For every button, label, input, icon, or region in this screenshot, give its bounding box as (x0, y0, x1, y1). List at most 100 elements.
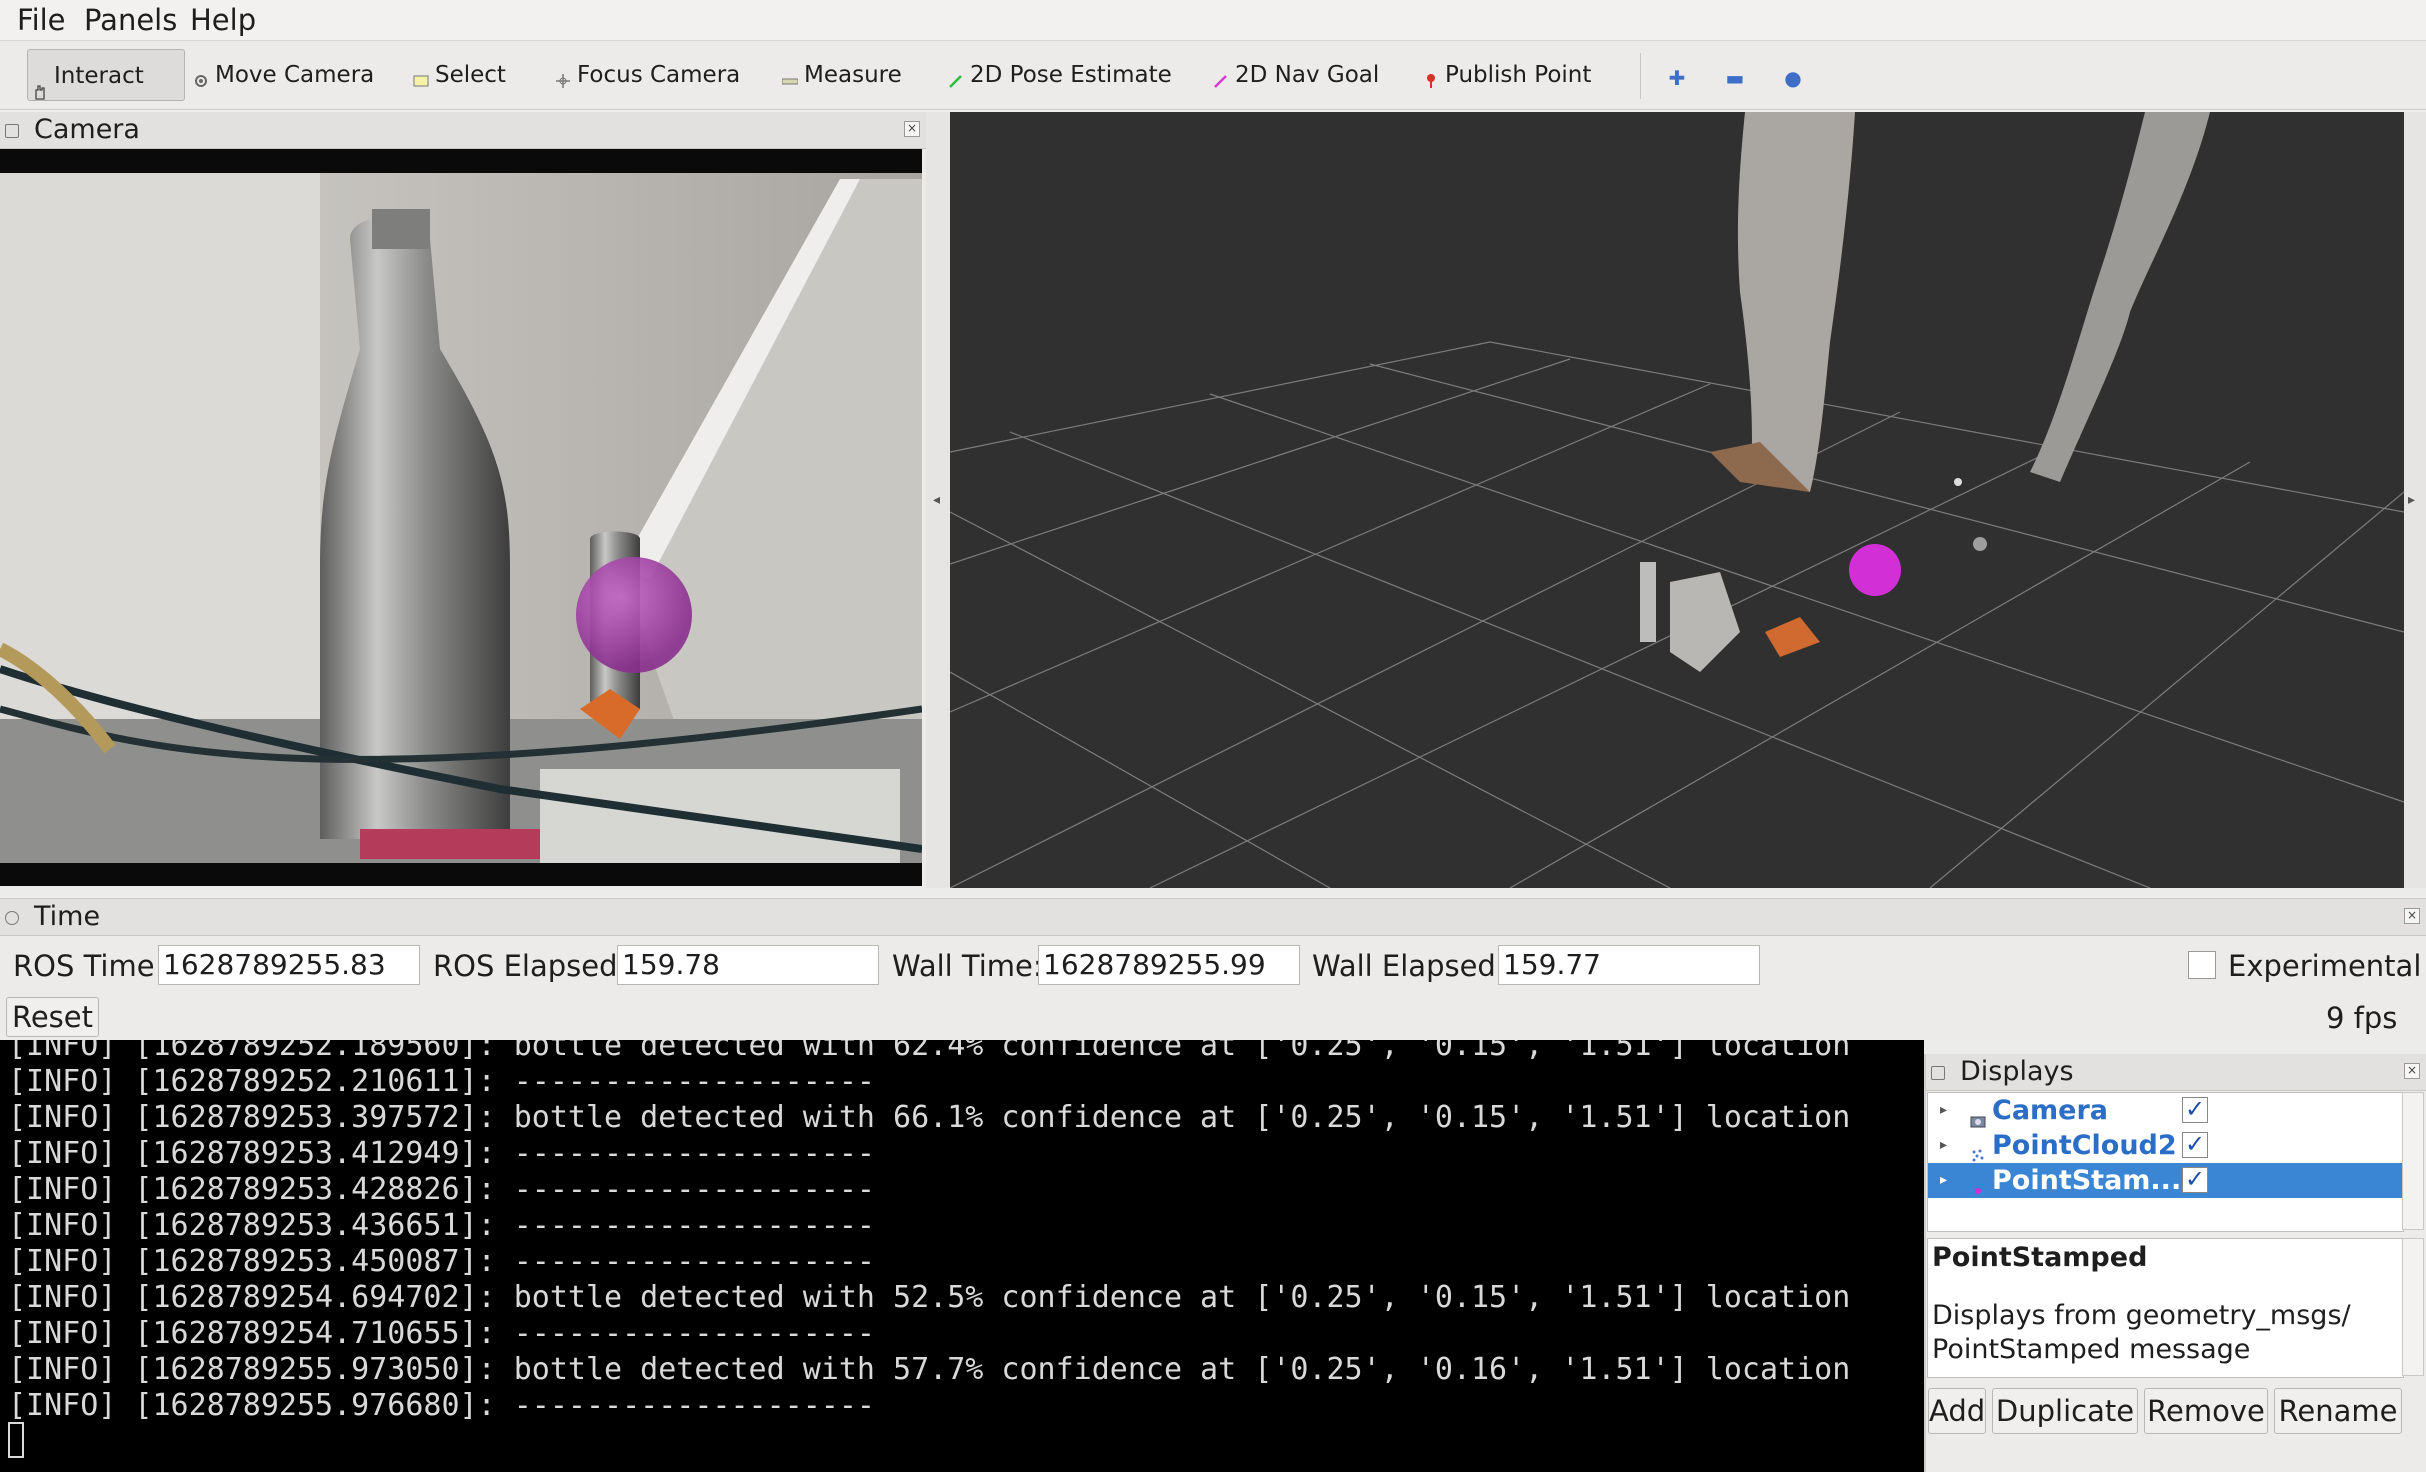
description-scrollbar[interactable] (2402, 1238, 2424, 1376)
displays-panel-title: Displays (1960, 1056, 2074, 1087)
display-enabled-checkbox[interactable]: ✓ (2182, 1097, 2208, 1123)
displays-panel: Displays × ▸ Camera ✓ ▸ PointCloud2 ✓ ▸ … (1924, 1054, 2426, 1472)
nav-goal-label: 2D Nav Goal (1235, 62, 1380, 88)
right-splitter[interactable]: ▸ (2404, 112, 2426, 888)
description-title: PointStamped (1932, 1242, 2148, 1273)
wall-time-field[interactable]: 1628789255.99 (1038, 945, 1300, 985)
panel-splitter[interactable]: ◂ (926, 112, 950, 888)
collapse-right-icon[interactable]: ▸ (2408, 492, 2415, 508)
focus-camera-label: Focus Camera (577, 62, 741, 88)
experimental-checkbox[interactable] (2188, 951, 2216, 979)
time-panel-title-bar: Time × (0, 899, 2426, 936)
point-icon (1970, 1173, 1986, 1194)
rename-display-button[interactable]: Rename (2274, 1388, 2402, 1434)
pose-estimate-button[interactable]: 2D Pose Estimate (948, 59, 1172, 91)
move-camera-button[interactable]: Move Camera (193, 59, 374, 91)
wall-time-label: Wall Time: (892, 949, 1043, 983)
3d-render-view[interactable] (950, 112, 2404, 888)
display-item-camera[interactable]: ▸ Camera ✓ (1928, 1093, 2403, 1128)
terminal-line: [INFO] [1628789252.210611]: ------------… (8, 1064, 875, 1099)
terminal-line: [INFO] [1628789254.694702]: bottle detec… (8, 1280, 1851, 1315)
terminal-line: [INFO] [1628789255.973050]: bottle detec… (8, 1352, 1851, 1387)
nav-goal-button[interactable]: 2D Nav Goal (1213, 59, 1379, 91)
terminal-line: [INFO] [1628789253.450087]: ------------… (8, 1244, 875, 1279)
time-panel-title: Time (34, 901, 101, 932)
terminal-cursor (8, 1422, 24, 1458)
panel-float-icon[interactable] (5, 124, 19, 138)
display-enabled-checkbox[interactable]: ✓ (2182, 1132, 2208, 1158)
tool-properties-icon[interactable]: ● (1778, 63, 1808, 93)
magenta-arrow-icon (1213, 66, 1229, 88)
terminal-line: [INFO] [1628789254.710655]: ------------… (8, 1316, 875, 1351)
description-line: Displays from geometry_msgs/ (1932, 1300, 2351, 1331)
select-icon (413, 66, 429, 86)
pose-estimate-label: 2D Pose Estimate (970, 62, 1172, 88)
wall-elapsed-label: Wall Elapsed: (1312, 949, 1506, 983)
clock-icon (5, 911, 19, 925)
display-name: PointStam... (1992, 1165, 2182, 1196)
green-arrow-icon (948, 66, 964, 88)
add-tool-icon[interactable]: ✚ (1662, 63, 1692, 93)
pointcloud-icon (1970, 1138, 1986, 1162)
publish-point-button[interactable]: Publish Point (1423, 59, 1591, 91)
displays-panel-title-bar: Displays × (1926, 1054, 2426, 1091)
interact-tool-button[interactable]: Interact (27, 49, 185, 101)
menu-bar: File Panels Help (0, 0, 2426, 41)
terminal-line: [INFO] [1628789253.397572]: bottle detec… (8, 1100, 1851, 1135)
select-button[interactable]: Select (413, 59, 506, 91)
remove-display-button[interactable]: Remove (2144, 1388, 2268, 1434)
hand-icon (32, 67, 48, 100)
collapse-left-icon[interactable]: ◂ (933, 492, 940, 508)
menu-panels[interactable]: Panels (84, 2, 177, 38)
fps-readout: 9 fps (2326, 1001, 2398, 1035)
display-name: Camera (1992, 1095, 2109, 1126)
add-display-button[interactable]: Add (1928, 1388, 1986, 1434)
remove-tool-icon[interactable]: ▬ (1720, 63, 1750, 93)
time-panel: Time × ROS Time: 1628789255.83 ROS Elaps… (0, 898, 2426, 1041)
display-name: PointCloud2 (1992, 1130, 2177, 1161)
expand-arrow-icon[interactable]: ▸ (1940, 1163, 1947, 1198)
measure-label: Measure (804, 62, 902, 88)
focus-camera-button[interactable]: Focus Camera (555, 59, 740, 91)
display-item-pointcloud2[interactable]: ▸ PointCloud2 ✓ (1928, 1128, 2403, 1163)
duplicate-display-button[interactable]: Duplicate (1992, 1388, 2138, 1434)
monitor-icon (1931, 1066, 1945, 1080)
displays-scrollbar[interactable] (2402, 1092, 2424, 1230)
ros-elapsed-label: ROS Elapsed: (433, 949, 628, 983)
ros-elapsed-field[interactable]: 159.78 (617, 945, 879, 985)
expand-arrow-icon[interactable]: ▸ (1940, 1128, 1947, 1163)
terminal-line: [INFO] [1628789253.412949]: ------------… (8, 1136, 875, 1171)
interact-label: Interact (54, 63, 144, 89)
close-icon[interactable]: × (2404, 908, 2420, 924)
move-camera-label: Move Camera (215, 62, 375, 88)
map-pin-icon (1423, 66, 1439, 88)
ros-time-field[interactable]: 1628789255.83 (158, 945, 420, 985)
publish-point-label: Publish Point (1445, 62, 1592, 88)
wall-elapsed-field[interactable]: 159.77 (1498, 945, 1760, 985)
ruler-icon (781, 66, 799, 84)
display-item-pointstamped[interactable]: ▸ PointStam... ✓ (1928, 1163, 2403, 1198)
camera-icon (1970, 1103, 1986, 1128)
menu-file[interactable]: File (17, 2, 66, 38)
close-icon[interactable]: × (2404, 1063, 2420, 1079)
display-enabled-checkbox[interactable]: ✓ (2182, 1167, 2208, 1193)
experimental-label: Experimental (2228, 949, 2422, 983)
camera-panel-title: Camera (34, 114, 140, 145)
camera-image (0, 173, 922, 886)
measure-button[interactable]: Measure (781, 59, 902, 91)
menu-help[interactable]: Help (190, 2, 256, 38)
terminal-line: [INFO] [1628789255.976680]: ------------… (8, 1388, 875, 1423)
toolbar-separator (1640, 53, 1641, 99)
displays-tree: ▸ Camera ✓ ▸ PointCloud2 ✓ ▸ PointStam..… (1927, 1092, 2404, 1232)
close-icon[interactable]: × (904, 121, 920, 137)
toolbar: Interact Move Camera Select Focus Camera… (0, 41, 2426, 110)
reset-button[interactable]: Reset (6, 997, 99, 1037)
camera-image-view[interactable] (0, 149, 922, 886)
camera-panel: Camera × (0, 112, 926, 888)
terminal-output[interactable]: [INFO] [1628789252.189560]: bottle detec… (0, 1040, 1924, 1472)
3d-scene (950, 112, 2404, 888)
display-description: PointStamped Displays from geometry_msgs… (1927, 1238, 2404, 1378)
move-camera-icon (193, 66, 209, 87)
terminal-line: [INFO] [1628789253.428826]: ------------… (8, 1172, 875, 1207)
expand-arrow-icon[interactable]: ▸ (1940, 1093, 1947, 1128)
